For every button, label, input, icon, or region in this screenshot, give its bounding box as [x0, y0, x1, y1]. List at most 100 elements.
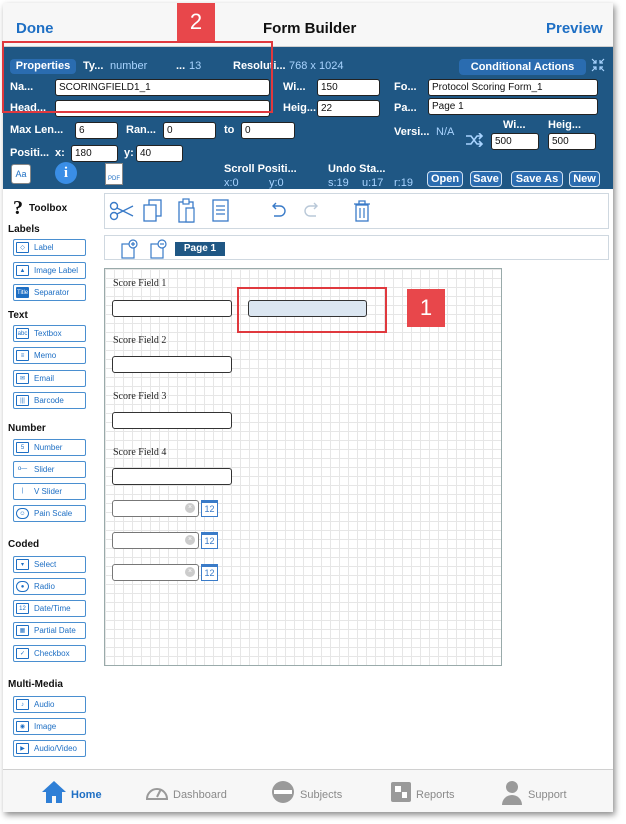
- new-button[interactable]: New: [569, 171, 600, 187]
- reports-icon[interactable]: [389, 780, 413, 804]
- category-number: Number: [8, 423, 46, 434]
- h2-input[interactable]: 500: [548, 133, 596, 150]
- toolbox-item-audio[interactable]: ♪ Audio: [13, 696, 86, 713]
- category-coded: Coded: [8, 539, 40, 550]
- toolbox-item-email[interactable]: ✉ Email: [13, 370, 86, 387]
- calendar-icon[interactable]: 12: [201, 564, 218, 581]
- date-field-2[interactable]: ×: [112, 532, 199, 549]
- toolbox-item-vslider[interactable]: | V Slider: [13, 483, 86, 500]
- score-field-2-input[interactable]: [112, 356, 232, 373]
- w2-input[interactable]: 500: [491, 133, 539, 150]
- undo-r-value: r:19: [394, 177, 413, 189]
- toolbox-item-audio-video[interactable]: ▶ Audio/Video: [13, 740, 86, 757]
- version-label: Versi...: [394, 126, 430, 138]
- done-button[interactable]: Done: [16, 20, 54, 37]
- envelope-icon: ✉: [16, 373, 29, 384]
- dashboard-icon[interactable]: [145, 781, 169, 803]
- x-input[interactable]: 180: [71, 145, 118, 162]
- range-to-input[interactable]: 0: [241, 122, 295, 139]
- image-icon: ▲: [16, 265, 29, 276]
- range-from-input[interactable]: 0: [163, 122, 216, 139]
- tab-support[interactable]: Support: [528, 789, 567, 801]
- redo-icon[interactable]: [303, 202, 321, 220]
- scroll-y-value: y:0: [269, 177, 284, 189]
- height-input[interactable]: 22: [317, 100, 380, 117]
- clear-icon[interactable]: ×: [185, 535, 195, 545]
- tag-icon: ◇: [16, 242, 29, 253]
- toolbox-item-checkbox[interactable]: ✓ Checkbox: [13, 645, 86, 662]
- undo-icon[interactable]: [269, 202, 287, 220]
- toolbox-item-pain-scale[interactable]: ☺ Pain Scale: [13, 505, 86, 522]
- cut-icon[interactable]: [109, 200, 135, 222]
- toolbox-item-radio[interactable]: ● Radio: [13, 578, 86, 595]
- clear-icon[interactable]: ×: [185, 503, 195, 513]
- x-label: x:: [55, 147, 65, 159]
- maxlen-input[interactable]: 6: [75, 122, 118, 139]
- field-label-1: Score Field 1: [113, 278, 167, 289]
- score-field-1-input[interactable]: [112, 300, 232, 317]
- toolbox-item-select[interactable]: ▾ Select: [13, 556, 86, 573]
- support-icon[interactable]: [501, 779, 523, 805]
- tab-page-1[interactable]: Page 1: [175, 242, 225, 256]
- save-as-button[interactable]: Save As: [511, 171, 563, 187]
- subjects-icon[interactable]: [271, 780, 295, 804]
- conditional-actions-button[interactable]: Conditional Actions: [459, 59, 586, 75]
- field-label-2: Score Field 2: [113, 335, 167, 346]
- page-input[interactable]: Page 1: [428, 98, 598, 115]
- toolbox-item-label[interactable]: ◇ Label: [13, 239, 86, 256]
- calendar-icon[interactable]: 12: [201, 532, 218, 549]
- width-input[interactable]: 150: [317, 79, 380, 96]
- toolbox-item-memo[interactable]: ≡ Memo: [13, 347, 86, 364]
- clear-icon[interactable]: ×: [185, 567, 195, 577]
- info-icon[interactable]: i: [55, 162, 77, 184]
- toolbox-item-slider[interactable]: o— Slider: [13, 461, 86, 478]
- open-button[interactable]: Open: [427, 171, 463, 187]
- date-field-3[interactable]: ×: [112, 564, 199, 581]
- pdf-icon[interactable]: PDF: [105, 163, 123, 185]
- toolbox-item-number[interactable]: 5 Number: [13, 439, 86, 456]
- app-window: Done Form Builder Preview Properties Ty.…: [3, 3, 613, 812]
- tab-reports[interactable]: Reports: [416, 789, 455, 801]
- video-icon: ▶: [16, 743, 29, 754]
- field-label-3: Score Field 3: [113, 391, 167, 402]
- score-field-4-input[interactable]: [112, 468, 232, 485]
- range-to-label: to: [224, 124, 235, 136]
- remove-page-icon[interactable]: [150, 239, 168, 259]
- toolbox-item-partial-date[interactable]: ▦ Partial Date: [13, 622, 86, 639]
- callout-number-2: 2: [177, 3, 215, 41]
- date-field-1[interactable]: ×: [112, 500, 199, 517]
- title-icon: Title: [16, 287, 29, 298]
- tab-subjects[interactable]: Subjects: [300, 789, 342, 801]
- dropdown-icon: ▾: [16, 559, 29, 570]
- toolbox-item-separator[interactable]: Title Separator: [13, 284, 86, 301]
- paste-icon[interactable]: [177, 198, 197, 224]
- tab-dashboard[interactable]: Dashboard: [173, 789, 227, 801]
- score-field-3-input[interactable]: [112, 412, 232, 429]
- copy-icon[interactable]: [143, 199, 163, 223]
- help-icon[interactable]: ?: [13, 197, 23, 220]
- preview-button[interactable]: Preview: [546, 20, 603, 37]
- toolbox-item-datetime[interactable]: 12 Date/Time: [13, 600, 86, 617]
- toolbox-item-textbox[interactable]: abc Textbox: [13, 325, 86, 342]
- radio-icon: ●: [16, 581, 29, 592]
- list-icon[interactable]: [211, 199, 231, 223]
- checkbox-icon: ✓: [16, 648, 29, 659]
- toolbox-item-image-label[interactable]: ▲ Image Label: [13, 262, 86, 279]
- toolbox-item-barcode[interactable]: ||| Barcode: [13, 392, 86, 409]
- font-icon[interactable]: Aa: [11, 164, 31, 184]
- position-label: Positi...: [10, 147, 50, 159]
- collapse-icon[interactable]: [591, 58, 605, 72]
- form-input[interactable]: Protocol Scoring Form_1: [428, 79, 598, 96]
- shuffle-icon[interactable]: [465, 132, 485, 148]
- calendar-icon: 12: [16, 603, 29, 614]
- save-button[interactable]: Save: [470, 171, 502, 187]
- y-input[interactable]: 40: [136, 145, 183, 162]
- tab-home[interactable]: Home: [71, 789, 102, 801]
- audio-icon: ♪: [16, 699, 29, 710]
- add-page-icon[interactable]: [121, 239, 139, 259]
- calendar-icon[interactable]: 12: [201, 500, 218, 517]
- trash-icon[interactable]: [352, 199, 372, 223]
- toolbox-item-image[interactable]: ◉ Image: [13, 718, 86, 735]
- home-icon[interactable]: [41, 780, 67, 804]
- scroll-position-label: Scroll Positi...: [224, 163, 297, 175]
